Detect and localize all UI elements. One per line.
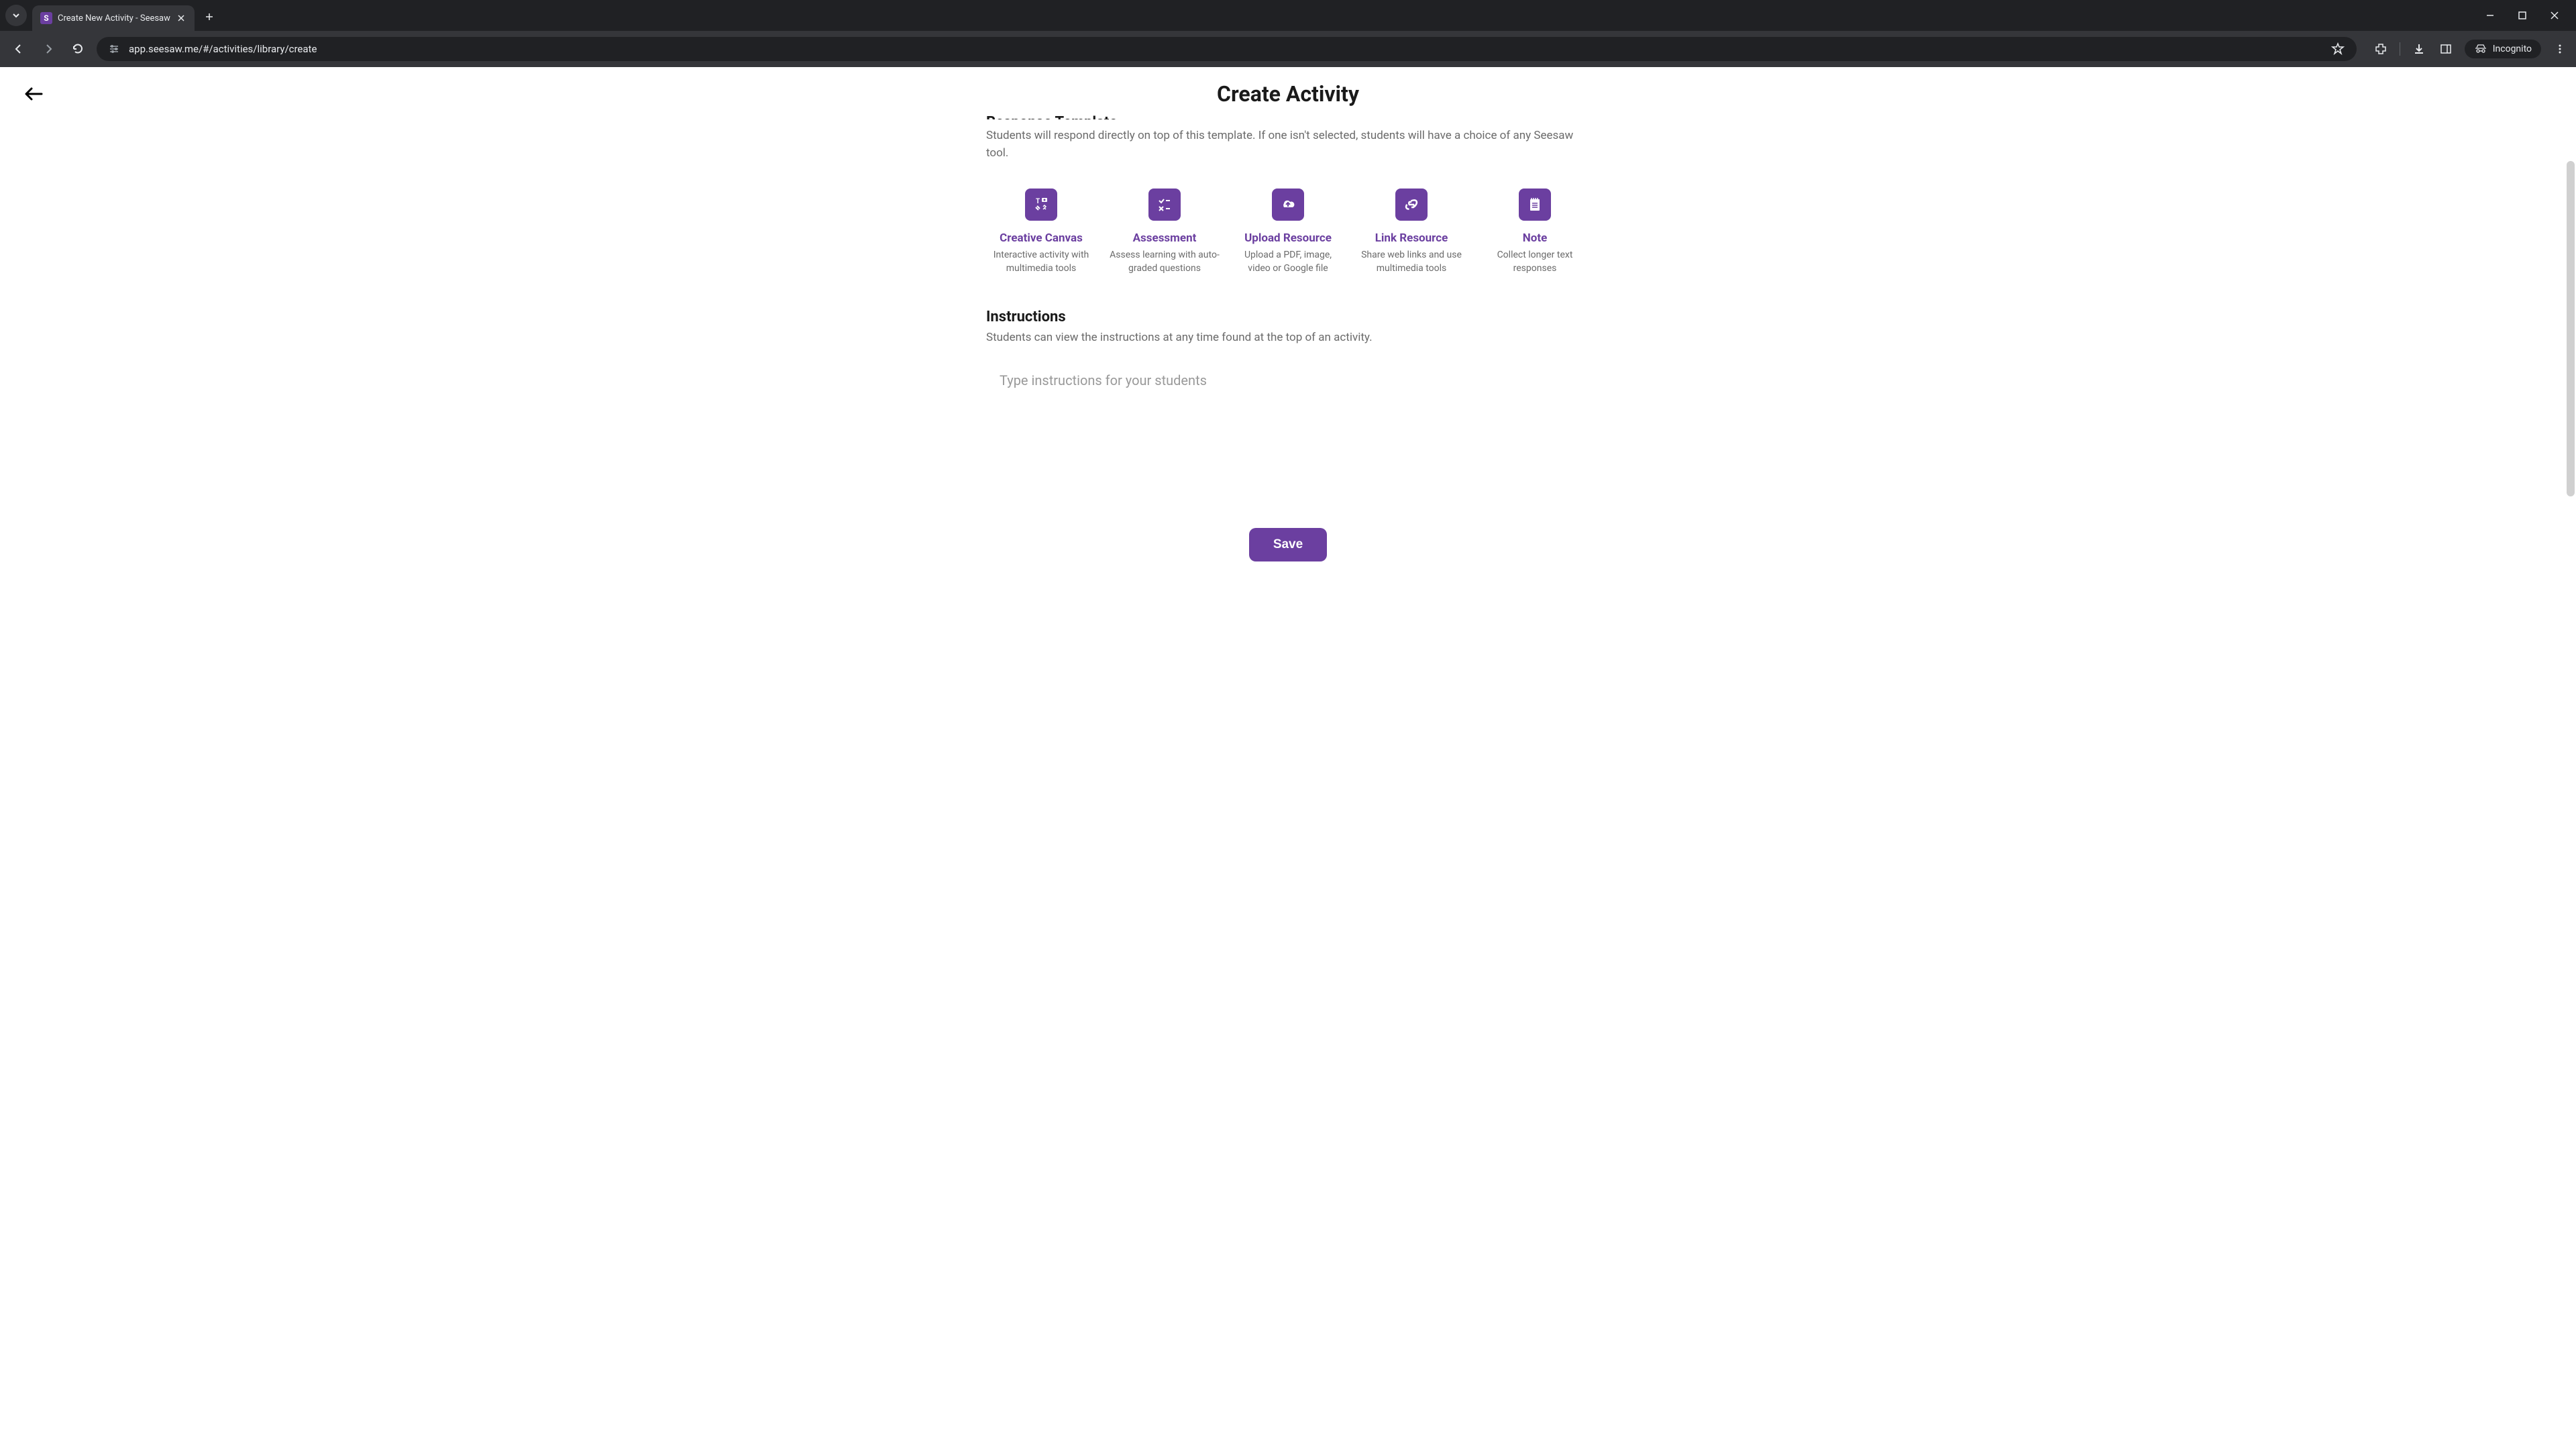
response-template-heading: Response Template	[986, 114, 1590, 119]
template-link-resource[interactable]: Link Resource Share web links and use mu…	[1356, 189, 1466, 275]
close-window-button[interactable]	[2546, 7, 2563, 23]
window-controls	[2482, 7, 2571, 23]
template-title: Assessment	[1110, 231, 1220, 245]
scrollbar-thumb[interactable]	[2567, 161, 2575, 496]
arrow-right-icon	[42, 42, 55, 56]
template-upload-resource[interactable]: Upload Resource Upload a PDF, image, vid…	[1233, 189, 1343, 275]
close-icon	[177, 14, 185, 22]
template-options: T Creative Canvas Interactive activity w…	[986, 189, 1590, 275]
main-content: Response Template Students will respond …	[966, 114, 1610, 575]
browser-chrome: S Create New Activity - Seesaw	[0, 0, 2576, 67]
minimize-button[interactable]	[2482, 7, 2498, 23]
toolbar-icons: Incognito	[2373, 40, 2568, 58]
back-button[interactable]	[8, 38, 30, 60]
tab-search-dropdown[interactable]	[5, 5, 27, 26]
plus-icon	[205, 12, 214, 21]
page-header: Create Activity	[0, 67, 2576, 121]
template-description: Interactive activity with multimedia too…	[986, 249, 1096, 275]
side-panel-button[interactable]	[2438, 41, 2454, 57]
creative-canvas-icon: T	[1025, 189, 1057, 221]
template-title: Note	[1480, 231, 1590, 245]
template-title: Creative Canvas	[986, 231, 1096, 245]
forward-button[interactable]	[38, 38, 59, 60]
template-title: Link Resource	[1356, 231, 1466, 245]
tab-title: Create New Activity - Seesaw	[58, 13, 170, 23]
template-description: Upload a PDF, image, video or Google fil…	[1233, 249, 1343, 275]
arrow-left-icon	[12, 42, 25, 56]
template-assessment[interactable]: Assessment Assess learning with auto-gra…	[1110, 189, 1220, 275]
note-icon	[1519, 189, 1551, 221]
minimize-icon	[2485, 11, 2495, 20]
close-icon	[2550, 11, 2559, 20]
svg-text:T: T	[1036, 198, 1040, 205]
link-icon	[1395, 189, 1428, 221]
extensions-button[interactable]	[2373, 41, 2389, 57]
instructions-description: Students can view the instructions at an…	[986, 331, 1590, 344]
incognito-icon	[2474, 44, 2487, 54]
tab-bar: S Create New Activity - Seesaw	[0, 0, 2576, 31]
bookmark-button[interactable]	[2330, 41, 2346, 57]
instructions-input[interactable]	[986, 364, 1590, 498]
panel-icon	[2440, 43, 2452, 55]
save-button[interactable]: Save	[1249, 528, 1327, 561]
template-description: Collect longer text responses	[1480, 249, 1590, 275]
arrow-left-icon	[24, 87, 43, 101]
new-tab-button[interactable]	[200, 7, 219, 26]
tab-favicon: S	[40, 12, 52, 24]
template-description: Assess learning with auto-graded questio…	[1110, 249, 1220, 275]
scrollbar-track[interactable]	[2565, 67, 2576, 1449]
reload-icon	[71, 42, 85, 56]
chevron-down-icon	[12, 11, 20, 19]
maximize-button[interactable]	[2514, 7, 2530, 23]
incognito-label: Incognito	[2493, 44, 2532, 54]
incognito-badge[interactable]: Incognito	[2465, 40, 2541, 58]
instructions-heading: Instructions	[986, 309, 1590, 325]
address-bar[interactable]: app.seesaw.me/#/activities/library/creat…	[97, 37, 2357, 61]
save-row: Save	[986, 528, 1590, 575]
star-icon	[2331, 42, 2345, 56]
reload-button[interactable]	[67, 38, 89, 60]
page-title: Create Activity	[47, 81, 2529, 107]
back-arrow-button[interactable]	[20, 80, 47, 107]
extension-icon	[2374, 42, 2387, 56]
response-template-description: Students will respond directly on top of…	[986, 127, 1590, 162]
dots-vertical-icon	[2554, 43, 2566, 55]
downloads-button[interactable]	[2411, 41, 2427, 57]
assessment-icon	[1148, 189, 1181, 221]
instructions-section: Instructions Students can view the instr…	[986, 309, 1590, 501]
maximize-icon	[2518, 11, 2526, 19]
template-note[interactable]: Note Collect longer text responses	[1480, 189, 1590, 275]
address-bar-row: app.seesaw.me/#/activities/library/creat…	[0, 31, 2576, 67]
tab-close-button[interactable]	[176, 13, 186, 23]
url-text: app.seesaw.me/#/activities/library/creat…	[129, 43, 2322, 55]
template-description: Share web links and use multimedia tools	[1356, 249, 1466, 275]
template-title: Upload Resource	[1233, 231, 1343, 245]
template-creative-canvas[interactable]: T Creative Canvas Interactive activity w…	[986, 189, 1096, 275]
download-icon	[2412, 42, 2426, 56]
tune-icon	[108, 43, 120, 55]
browser-tab[interactable]: S Create New Activity - Seesaw	[32, 5, 195, 31]
menu-button[interactable]	[2552, 41, 2568, 57]
upload-icon	[1272, 189, 1304, 221]
site-info-button[interactable]	[107, 42, 121, 56]
